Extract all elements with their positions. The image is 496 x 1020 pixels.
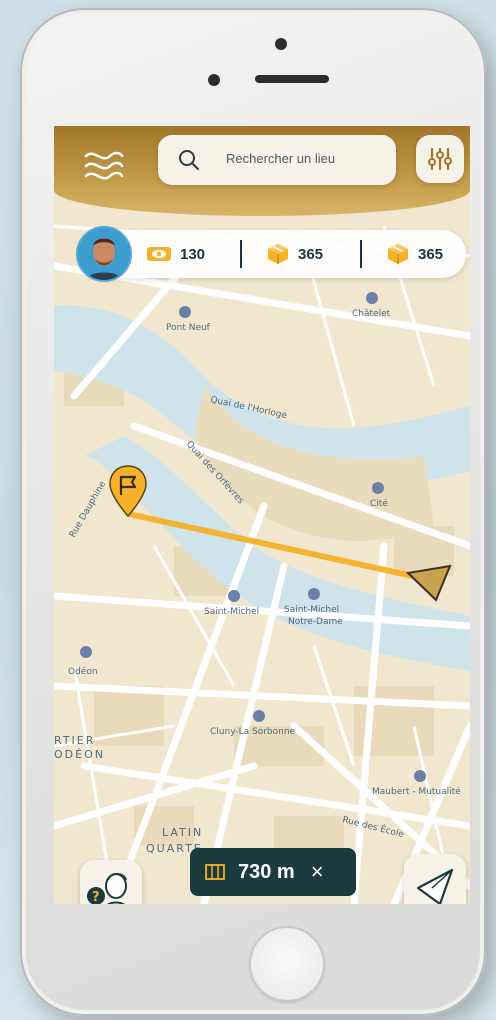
treasure-cube-icon bbox=[268, 244, 288, 264]
svg-text:?: ? bbox=[92, 890, 100, 904]
user-portrait bbox=[78, 228, 130, 280]
route-distance-value: 730 m bbox=[238, 860, 295, 883]
app-screen: Louvre Pont Neuf Châtelet Quai de l'Horl… bbox=[54, 126, 470, 904]
close-route-button[interactable]: × bbox=[311, 859, 324, 885]
map-label-maubert-mutualite: Maubert - Mutualité bbox=[372, 786, 461, 797]
guide-bust-button[interactable]: ? bbox=[80, 860, 142, 904]
treasure-cube-icon bbox=[388, 244, 408, 264]
menu-button[interactable] bbox=[82, 144, 126, 188]
earpiece-speaker bbox=[255, 75, 329, 83]
stat-treasures-2-value: 365 bbox=[418, 245, 444, 263]
map-label-quartier-odeon-line2: ODÉON bbox=[54, 748, 105, 761]
sliders-icon bbox=[428, 147, 452, 171]
stats-bar: 130 365 365 bbox=[86, 230, 466, 278]
route-distance-pill[interactable]: 730 m × bbox=[190, 848, 356, 896]
avatar[interactable] bbox=[76, 226, 132, 282]
map-label-cite: Cité bbox=[370, 498, 388, 509]
map-label-saint-michel-notre-dame-line1: Saint-Michel bbox=[284, 605, 339, 615]
stat-divider bbox=[360, 240, 362, 268]
map-label-saint-michel-notre-dame-line2: Notre-Dame bbox=[288, 617, 343, 627]
search-placeholder[interactable]: Rechercher un lieu bbox=[226, 151, 335, 166]
stat-visits-value: 130 bbox=[180, 245, 206, 263]
navigate-button[interactable] bbox=[404, 854, 466, 904]
stat-treasures-1-value: 365 bbox=[298, 245, 324, 263]
navigation-arrow-icon bbox=[416, 868, 454, 904]
search-bar[interactable]: Rechercher un lieu bbox=[158, 135, 396, 185]
eye-ticket-icon bbox=[147, 247, 171, 261]
statue-bust-icon: ? bbox=[87, 873, 127, 904]
stat-divider bbox=[240, 240, 242, 268]
proximity-sensor bbox=[208, 74, 220, 86]
map-label-pont-neuf: Pont Neuf bbox=[166, 323, 211, 333]
front-camera bbox=[275, 38, 287, 50]
stat-treasures-1[interactable]: 365 bbox=[266, 230, 323, 278]
filter-button[interactable] bbox=[416, 135, 464, 183]
map-flag-icon bbox=[205, 864, 225, 880]
app-header: Rechercher un lieu bbox=[54, 126, 470, 216]
stat-treasures-2[interactable]: 365 bbox=[386, 230, 443, 278]
map-label-saint-michel: Saint-Michel bbox=[204, 607, 259, 617]
map-label-chatelet: Châtelet bbox=[352, 309, 391, 319]
destination-flag-pin[interactable] bbox=[108, 464, 148, 518]
wavy-menu-icon bbox=[84, 151, 124, 180]
search-icon bbox=[179, 150, 199, 170]
map-label-odeon: Odéon bbox=[68, 666, 98, 677]
map-label-quartier-latin-line1: LATIN bbox=[162, 826, 203, 839]
home-button[interactable] bbox=[249, 926, 325, 1002]
map-label-cluny-la-sorbonne: Cluny-La Sorbonne bbox=[210, 727, 296, 737]
stat-visits[interactable]: 130 bbox=[146, 230, 205, 278]
map-label-quartier-odeon-line1: RTIER bbox=[54, 734, 95, 747]
